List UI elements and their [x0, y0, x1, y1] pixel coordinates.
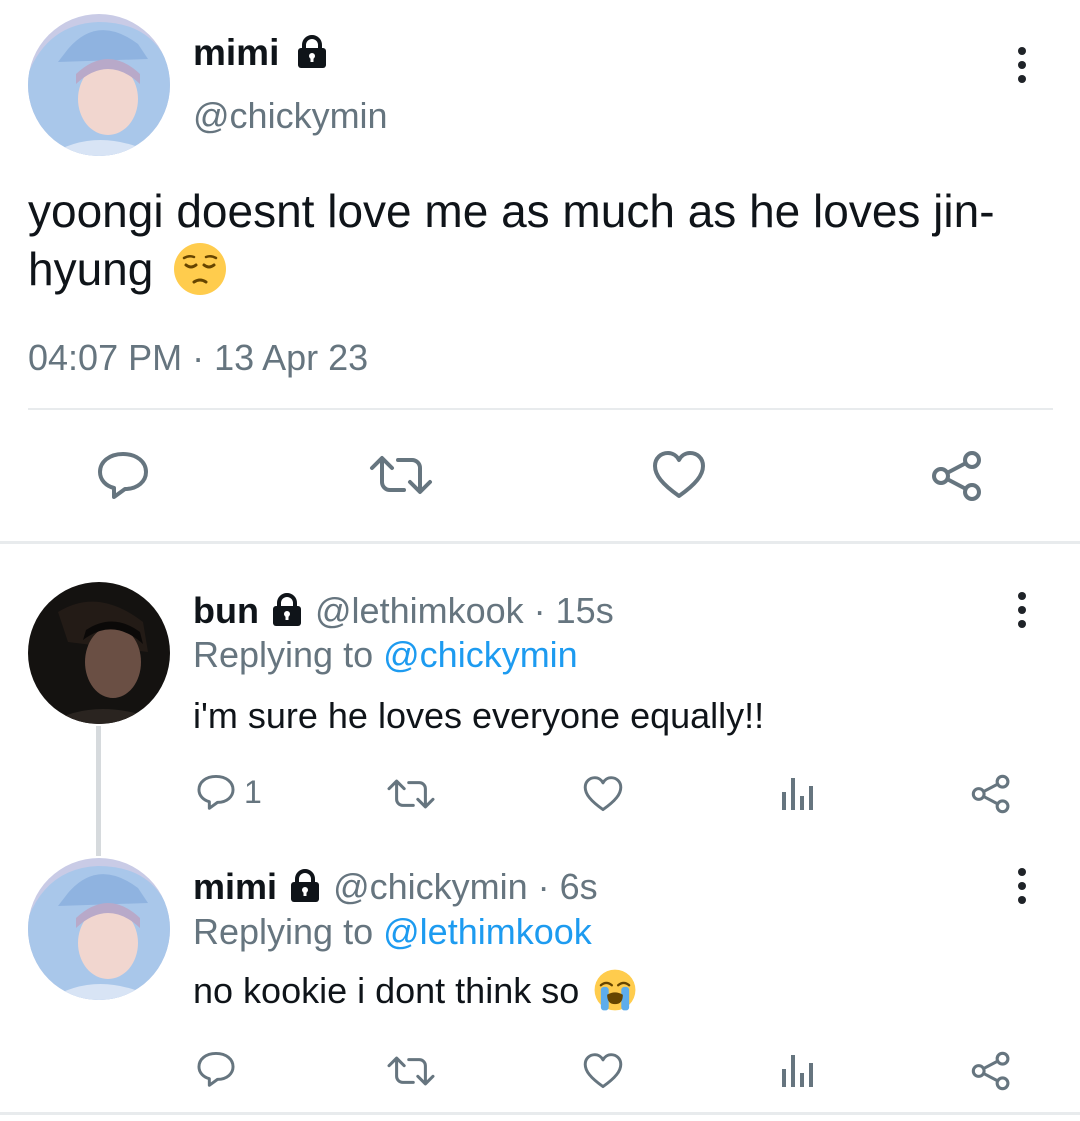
section-divider — [0, 541, 1080, 544]
reply-button[interactable] — [96, 450, 150, 500]
share-button[interactable] — [930, 450, 984, 502]
replying-to: Replying to @lethimkook — [193, 911, 592, 952]
reply-icon — [197, 774, 235, 810]
like-button[interactable] — [583, 1052, 623, 1090]
avatar-image — [28, 858, 170, 1000]
avatar-image — [28, 582, 170, 724]
lock-icon — [273, 593, 301, 627]
like-button[interactable] — [652, 450, 706, 500]
like-icon — [583, 1053, 623, 1089]
like-icon — [583, 776, 623, 812]
relative-time[interactable]: · 6s — [538, 866, 598, 907]
display-name[interactable]: bun — [193, 590, 259, 631]
share-button[interactable] — [970, 1051, 1012, 1091]
analytics-icon — [782, 778, 813, 810]
avatar[interactable] — [28, 14, 170, 156]
tweet-text: i'm sure he loves everyone equally!! — [193, 695, 765, 736]
replying-to: Replying to @chickymin — [193, 634, 578, 675]
avatar-image — [28, 14, 170, 156]
share-button[interactable] — [970, 774, 1012, 814]
handle[interactable]: @chickymin — [333, 866, 528, 907]
divider — [28, 408, 1053, 410]
handle[interactable]: @chickymin — [193, 95, 388, 137]
retweet-button[interactable] — [386, 776, 436, 812]
retweet-icon — [387, 779, 435, 809]
retweet-button[interactable] — [386, 1053, 436, 1089]
reply-icon — [197, 1051, 235, 1087]
retweet-icon — [370, 456, 432, 494]
share-icon — [971, 774, 1010, 814]
more-options-icon[interactable] — [1016, 47, 1028, 89]
mention-link[interactable]: @lethimkook — [383, 911, 592, 952]
reply-button[interactable]: 1 — [196, 773, 262, 811]
mention-link[interactable]: @chickymin — [383, 634, 578, 675]
share-icon — [932, 451, 981, 501]
handle[interactable]: @lethimkook — [315, 590, 524, 631]
reply-icon — [98, 452, 148, 499]
relative-time[interactable]: · 15s — [534, 590, 614, 631]
analytics-button[interactable] — [780, 774, 814, 812]
like-icon — [653, 451, 705, 498]
pensive-face-emoji — [174, 242, 227, 295]
more-options-icon[interactable] — [1016, 592, 1028, 634]
tweet-text: no kookie i dont think so — [193, 970, 637, 1012]
tweet-text: yoongi doesnt love me as much as he love… — [28, 185, 995, 295]
section-divider — [0, 1112, 1080, 1115]
timestamp[interactable]: 04:07 PM · 13 Apr 23 — [28, 337, 368, 379]
reply-button[interactable] — [196, 1050, 236, 1088]
analytics-icon — [782, 1055, 813, 1087]
like-button[interactable] — [583, 775, 623, 813]
share-icon — [971, 1051, 1010, 1091]
avatar[interactable] — [28, 858, 170, 1000]
loudly-crying-face-emoji — [594, 970, 636, 1011]
lock-icon — [291, 869, 320, 903]
more-options-icon[interactable] — [1016, 868, 1028, 910]
lock-icon — [297, 35, 326, 69]
thread-line — [96, 726, 101, 856]
display-name[interactable]: mimi — [193, 32, 279, 73]
display-name[interactable]: mimi — [193, 866, 277, 907]
retweet-button[interactable] — [368, 452, 434, 498]
reply-count: 1 — [244, 773, 262, 810]
avatar[interactable] — [28, 582, 170, 724]
analytics-button[interactable] — [780, 1051, 814, 1089]
retweet-icon — [387, 1056, 435, 1086]
